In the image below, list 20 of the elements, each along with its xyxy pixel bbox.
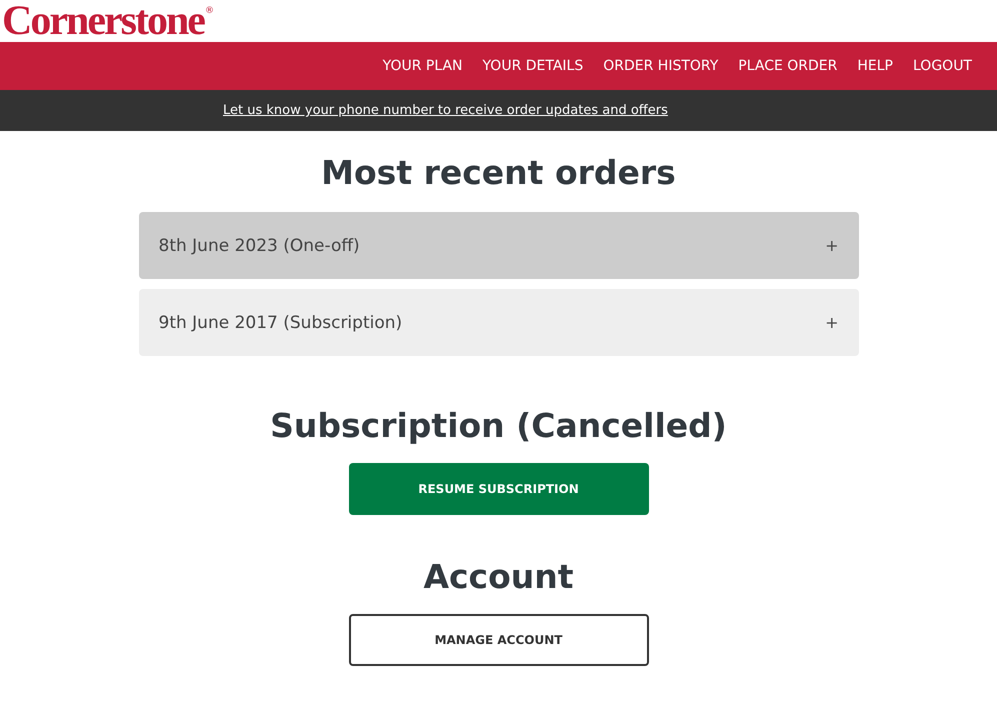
nav-link[interactable]: ORDER HISTORY xyxy=(603,58,718,74)
order-accordion[interactable]: 9th June 2017 (Subscription) + xyxy=(138,289,858,356)
section-heading: Subscription (Cancelled) xyxy=(270,406,727,445)
nav-link[interactable]: YOUR PLAN xyxy=(382,58,463,74)
nav-link[interactable]: YOUR DETAILS xyxy=(482,58,584,74)
resume-subscription-button[interactable]: RESUME SUBSCRIPTION xyxy=(348,463,648,515)
section-heading: Most recent orders xyxy=(321,153,676,192)
phone-prompt-link[interactable]: Let us know your phone number to receive order updates and offers xyxy=(223,103,668,118)
manage-account-button[interactable]: MANAGE ACCOUNT xyxy=(348,614,648,666)
expand-toggle[interactable]: + xyxy=(825,313,838,332)
section-heading: Account xyxy=(423,557,574,596)
nav-link[interactable]: HELP xyxy=(857,58,893,74)
nav-link[interactable]: PLACE ORDER xyxy=(738,58,838,74)
logo[interactable]: Cornerstone xyxy=(2,0,204,42)
order-title: 9th June 2017 (Subscription) xyxy=(158,312,402,332)
nav-link[interactable]: LOGOUT xyxy=(913,58,972,74)
order-accordion[interactable]: 8th June 2023 (One-off) + xyxy=(138,212,858,279)
order-title: 8th June 2023 (One-off) xyxy=(158,236,360,256)
registered-mark: ® xyxy=(204,6,214,16)
expand-toggle[interactable]: + xyxy=(825,236,838,255)
